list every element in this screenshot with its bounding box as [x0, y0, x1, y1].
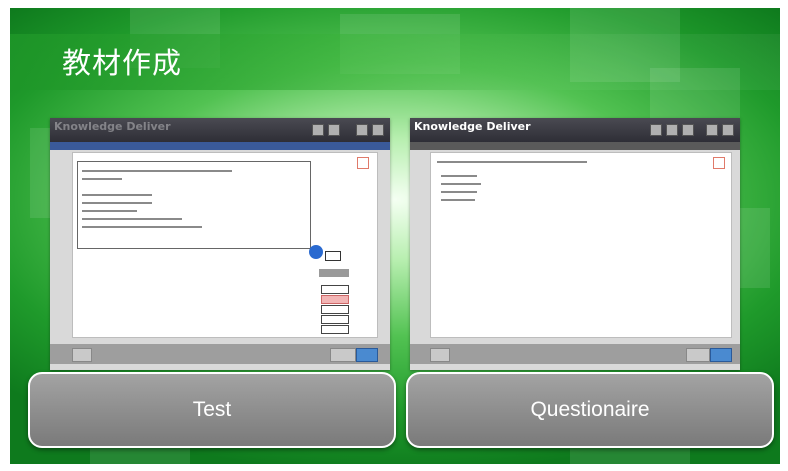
next-button[interactable] — [710, 348, 732, 362]
answer-choice-button[interactable] — [321, 325, 349, 334]
text-line — [437, 161, 587, 163]
app-titlebar: Knowledge Deliver — [410, 118, 740, 142]
save-button[interactable] — [686, 348, 710, 362]
test-button-label: Test — [192, 398, 232, 421]
editor-panel — [430, 152, 732, 338]
text-line — [441, 191, 477, 193]
answer-choice-button[interactable] — [321, 285, 349, 294]
text-line — [82, 194, 152, 196]
toolbar-icon — [722, 124, 734, 136]
app-menubar — [410, 142, 740, 150]
checkbox[interactable] — [325, 251, 341, 261]
text-line — [82, 226, 202, 228]
editor-footer — [50, 344, 390, 364]
text-line — [82, 218, 182, 220]
slide-background: 教材作成 Knowledge Deliver Knowledge Deliver… — [10, 8, 780, 464]
test-screenshot: Knowledge Deliver — [50, 118, 390, 370]
answer-choice-button-selected[interactable] — [321, 295, 349, 304]
close-icon[interactable] — [713, 157, 725, 169]
question-text-box[interactable] — [77, 161, 311, 249]
prev-button[interactable] — [72, 348, 92, 362]
toolbar-icon — [356, 124, 368, 136]
questionnaire-screenshot: Knowledge Deliver — [410, 118, 740, 370]
text-line — [82, 178, 122, 180]
app-name: Knowledge Deliver — [414, 120, 531, 133]
toolbar-icon — [666, 124, 678, 136]
answer-choice-button[interactable] — [321, 315, 349, 324]
editor-panel — [72, 152, 378, 338]
page-title: 教材作成 — [62, 46, 183, 80]
questionnaire-button-label: Questionaire — [530, 398, 650, 421]
toolbar-icon — [650, 124, 662, 136]
test-button[interactable]: Test — [28, 372, 396, 448]
app-titlebar: Knowledge Deliver — [50, 118, 390, 142]
save-button[interactable] — [330, 348, 356, 362]
prev-button[interactable] — [430, 348, 450, 362]
text-line — [82, 170, 232, 172]
close-icon[interactable] — [357, 157, 369, 169]
text-line — [82, 210, 137, 212]
app-menubar — [50, 142, 390, 150]
text-line — [441, 183, 481, 185]
toolbar-icon — [682, 124, 694, 136]
toolbar-icon — [328, 124, 340, 136]
next-button[interactable] — [356, 348, 378, 362]
text-line — [82, 202, 152, 204]
toolbar-icon — [706, 124, 718, 136]
toolbar-icon — [312, 124, 324, 136]
answer-choice-button[interactable] — [321, 305, 349, 314]
editor-footer — [410, 344, 740, 364]
text-line — [441, 199, 475, 201]
questionnaire-button[interactable]: Questionaire — [406, 372, 774, 448]
record-icon[interactable] — [309, 245, 323, 259]
app-name: Knowledge Deliver — [54, 120, 171, 133]
text-line — [441, 175, 477, 177]
score-button[interactable] — [319, 269, 349, 277]
toolbar-icon — [372, 124, 384, 136]
